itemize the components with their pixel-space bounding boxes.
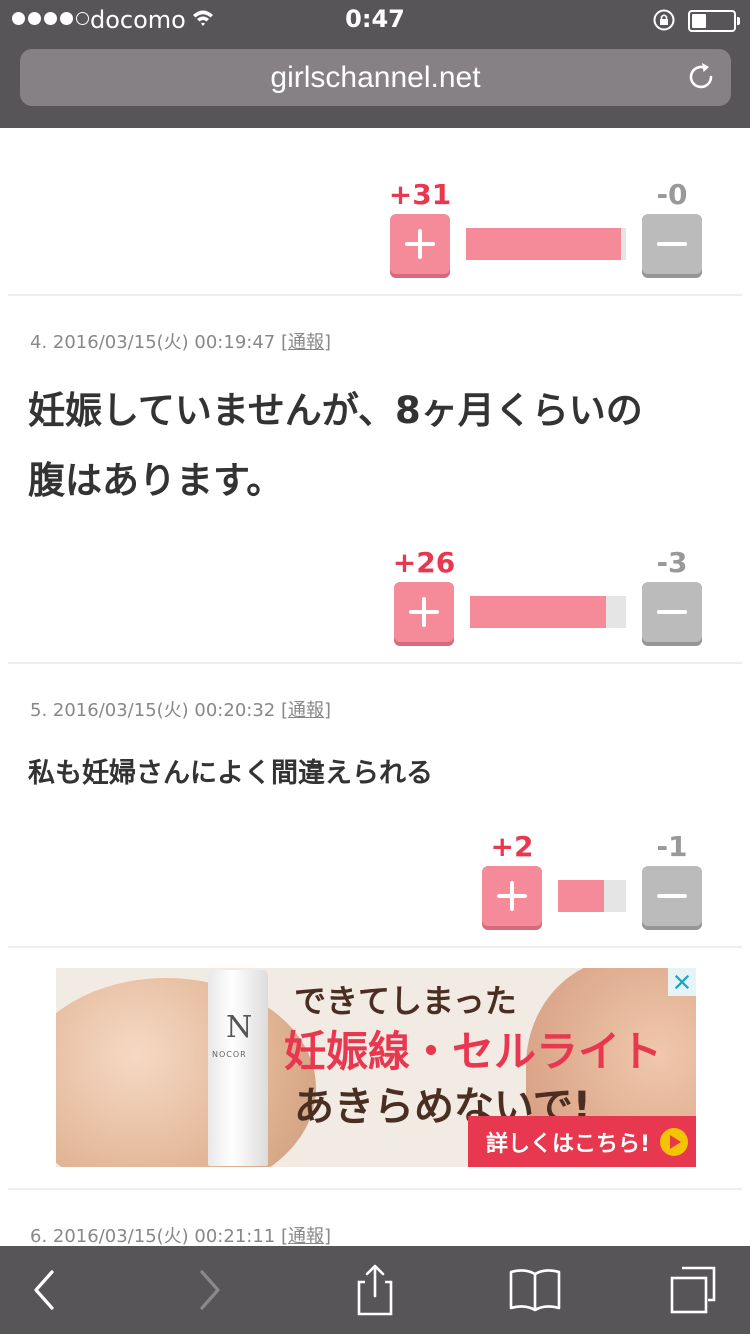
forward-icon[interactable] — [182, 1264, 238, 1316]
minus-icon — [657, 242, 687, 246]
battery-icon — [688, 10, 740, 32]
comment-body: 私も妊婦さんによく間違えられる — [28, 758, 433, 789]
clock: 0:47 — [345, 5, 405, 33]
comment-number-date: 6. 2016/03/15(火) 00:21:11 — [30, 1226, 281, 1246]
report-link[interactable]: [通報] — [281, 332, 331, 353]
ad-headline-2: 妊娠線・セルライト — [284, 1027, 663, 1076]
tabs-icon[interactable] — [666, 1264, 722, 1316]
comment-number-date: 4. 2016/03/15(火) 00:19:47 — [30, 332, 281, 353]
minus-count: -3 — [656, 546, 688, 579]
vote-block: +26 -3 — [0, 546, 750, 642]
comment-divider — [8, 946, 742, 948]
comment-number-date: 5. 2016/03/15(火) 00:20:32 — [30, 700, 281, 721]
back-icon[interactable] — [16, 1264, 72, 1316]
minus-vote-button[interactable] — [642, 866, 702, 926]
url-text: girlschannel.net — [270, 61, 481, 94]
ad-cta-button[interactable]: 詳しくはこちら! — [468, 1116, 696, 1167]
close-icon — [674, 974, 690, 990]
report-link[interactable]: [通報] — [281, 1226, 331, 1246]
minus-vote-button[interactable] — [642, 582, 702, 642]
ad-product-image: N NOCOR — [208, 970, 268, 1166]
plus-vote-button[interactable] — [482, 866, 542, 926]
minus-icon — [657, 894, 687, 898]
page-content: +31 -0 4. 2016/03/15(火) 00:19:47 [通報] 妊娠… — [0, 128, 750, 1246]
address-bar[interactable]: girlschannel.net — [20, 49, 731, 106]
plus-count: +2 — [490, 830, 534, 863]
browser-toolbar — [0, 1246, 750, 1334]
vote-ratio-fill — [466, 228, 622, 260]
plus-vote-button[interactable] — [390, 214, 450, 274]
comment-divider — [8, 1188, 742, 1190]
ad-product-brand: NOCOR — [212, 1050, 247, 1059]
vote-block: +2 -1 — [0, 830, 750, 926]
plus-icon — [497, 881, 527, 911]
play-icon — [660, 1128, 688, 1156]
comment-body-line: 腹はあります。 — [28, 459, 284, 502]
ad-close-button[interactable] — [668, 968, 696, 996]
vote-ratio-fill — [558, 880, 604, 912]
plus-icon — [409, 597, 439, 627]
minus-count: -1 — [656, 830, 688, 863]
comment-meta: 6. 2016/03/15(火) 00:21:11 [通報] — [30, 1222, 331, 1246]
bookmarks-icon[interactable] — [507, 1264, 563, 1316]
minus-icon — [657, 610, 687, 614]
comment-meta: 5. 2016/03/15(火) 00:20:32 [通報] — [30, 696, 331, 722]
plus-vote-button[interactable] — [394, 582, 454, 642]
plus-count: +26 — [392, 546, 456, 579]
share-icon[interactable] — [347, 1264, 403, 1316]
report-link[interactable]: [通報] — [281, 700, 331, 721]
vote-ratio-bar — [470, 596, 626, 628]
comment-meta: 4. 2016/03/15(火) 00:19:47 [通報] — [30, 328, 331, 354]
ad-cta-label: 詳しくはこちら! — [486, 1131, 651, 1157]
minus-count: -0 — [656, 178, 688, 211]
comment-body: 妊娠していませんが、8ヶ月くらいの 腹はあります。 — [28, 376, 728, 516]
ad-product-logo: N — [226, 1010, 253, 1045]
rotation-lock-icon — [653, 9, 675, 31]
advertisement-banner[interactable]: N NOCOR できてしまった 妊娠線・セルライト あきらめないで! 詳しくはこ… — [56, 968, 696, 1167]
comment-body-line: 妊娠していませんが、8ヶ月くらいの — [28, 389, 643, 432]
ad-headline-1: できてしまった — [294, 982, 517, 1020]
plus-icon — [405, 229, 435, 259]
ad-belly-image — [56, 978, 316, 1167]
minus-vote-button[interactable] — [642, 214, 702, 274]
vote-ratio-fill — [470, 596, 606, 628]
status-bar: docomo 0:47 — [0, 0, 750, 40]
vote-ratio-bar — [558, 880, 626, 912]
comment-divider — [8, 294, 742, 296]
comment-divider — [8, 662, 742, 664]
plus-count: +31 — [388, 178, 452, 211]
vote-ratio-bar — [466, 228, 626, 260]
vote-block: +31 -0 — [0, 178, 750, 274]
browser-top-bar: docomo 0:47 girlschannel.net — [0, 0, 750, 128]
reload-icon[interactable] — [685, 61, 717, 93]
